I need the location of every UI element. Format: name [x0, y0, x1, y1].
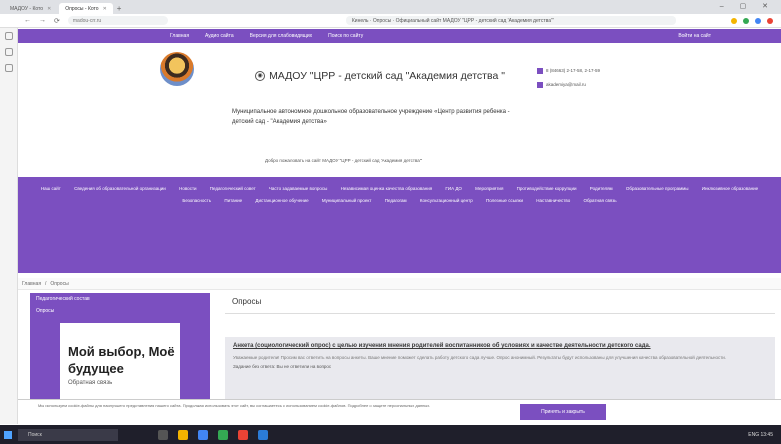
main-menu: Наш сайт Сведения об образовательной орг…	[18, 177, 781, 273]
menu-item[interactable]: Инклюзивное образование	[702, 186, 758, 191]
poll-card: Анкета (социологический опрос) с целью и…	[225, 337, 775, 401]
site-title-text: МАДОУ "ЦРР - детский сад "Академия детст…	[269, 70, 505, 82]
system-tray[interactable]: ENG 13:45	[748, 432, 773, 438]
extensions	[731, 17, 773, 24]
extension-icon[interactable]	[767, 17, 773, 24]
topnav-accessibility[interactable]: Версия для слабовидящих	[250, 33, 313, 39]
tab-label: МАДОУ - Кото	[10, 5, 44, 12]
poll-meta: Задание без ответа: Вы не ответили на во…	[233, 364, 332, 369]
downloads-icon[interactable]	[4, 64, 13, 72]
extension-icon[interactable]	[743, 17, 749, 24]
sidebar-item-polls[interactable]: Опросы	[30, 305, 210, 317]
site-title: ◉ МАДОУ "ЦРР - детский сад "Академия детс…	[230, 70, 530, 83]
topnav-search[interactable]: Поиск по сайту	[328, 33, 363, 39]
explorer-icon[interactable]	[178, 429, 188, 440]
menu-item[interactable]: Часто задаваемые вопросы	[269, 186, 327, 191]
page-title: Опросы	[232, 297, 262, 306]
cookie-text: Мы используем cookie-файлы для наилучшег…	[38, 403, 431, 408]
sidebar-item-staff[interactable]: Педагогический состав	[30, 293, 210, 305]
close-icon[interactable]: ✕	[103, 6, 107, 12]
browser-tabbar: МАДОУ - Кото ✕ Опросы - Кото ✕ + – ▢ ✕	[0, 0, 781, 14]
topnav-home[interactable]: Главная	[170, 33, 189, 39]
os-taskbar: Поиск ENG 13:45	[0, 425, 781, 444]
menu-item[interactable]: Противодействие коррупции	[517, 186, 577, 191]
menu-item[interactable]: Наш сайт	[41, 186, 61, 191]
menu-item[interactable]: Обратная связь	[583, 198, 616, 203]
back-icon[interactable]: ←	[24, 17, 31, 24]
browser-sidebar	[0, 28, 18, 424]
app-icon[interactable]	[238, 429, 248, 440]
cookie-banner: Мы используем cookie-файлы для наилучшег…	[18, 399, 781, 425]
contact-info: 8 (84663) 2-17-58, 2-17-59 akademiya@mai…	[537, 64, 600, 92]
site-subtitle: Добро пожаловать на сайт МАДОУ "ЦРР - де…	[265, 158, 423, 163]
poll-title-link[interactable]: Анкета (социологический опрос) с целью и…	[233, 342, 767, 350]
menu-item[interactable]: Родителям	[590, 186, 613, 191]
phone-icon	[537, 67, 543, 74]
history-icon[interactable]	[4, 48, 13, 56]
menu-item[interactable]: ГИА ДО	[445, 186, 461, 191]
menu-item[interactable]: Сведения об образовательной организации	[74, 186, 166, 191]
cookie-accept-button[interactable]: Принять и закрыть	[520, 404, 606, 420]
menu-item[interactable]: Педагогический совет	[210, 186, 256, 191]
site-description: Муниципальное автономное дошкольное обра…	[232, 109, 510, 125]
sidebar: Педагогический состав Опросы Мой выбор, …	[30, 293, 210, 403]
menu-item[interactable]: Безопасность	[182, 198, 211, 203]
promo-title: Мой выбор, Моё будущее	[68, 344, 175, 376]
taskbar-search[interactable]: Поиск	[18, 428, 118, 441]
windows-start-icon[interactable]	[4, 430, 12, 439]
address-bar: ← → ⟳ madou-crr.ru Кинель · Опросы · Офи…	[0, 14, 781, 28]
site-logo[interactable]	[160, 52, 194, 86]
menu-item[interactable]: Новости	[179, 186, 196, 191]
breadcrumb-separator: /	[45, 280, 47, 287]
browser-icon[interactable]	[198, 429, 208, 440]
topnav-audio[interactable]: Аудио сайта	[205, 33, 234, 39]
menu-item[interactable]: Полезные ссылки	[486, 198, 523, 203]
breadcrumb: Главная / Опросы	[18, 278, 781, 290]
eye-icon[interactable]: ◉	[255, 71, 266, 82]
menu-item[interactable]: Мероприятия	[475, 186, 503, 191]
close-icon[interactable]: ✕	[47, 6, 51, 12]
menu-item[interactable]: Независимая оценка качества образования	[341, 186, 433, 191]
forward-icon[interactable]: →	[39, 17, 46, 24]
browser-tab-active[interactable]: Опросы - Кото ✕	[59, 3, 113, 14]
breadcrumb-home[interactable]: Главная	[22, 281, 41, 287]
promo-banner[interactable]: Мой выбор, Моё будущее Обратная связь	[60, 323, 180, 403]
new-tab-button[interactable]: +	[117, 4, 122, 13]
url-field[interactable]: madou-crr.ru	[67, 16, 168, 25]
extension-icon[interactable]	[755, 17, 761, 24]
tab-label: Опросы - Кото	[65, 5, 99, 12]
extension-icon[interactable]	[731, 17, 737, 24]
divider	[225, 313, 775, 314]
reload-icon[interactable]: ⟳	[54, 17, 60, 25]
menu-item[interactable]: Муниципальный проект	[322, 198, 372, 203]
page-title-bar: Кинель · Опросы · Официальный сайт МАДОУ…	[345, 16, 676, 25]
menu-item[interactable]: Консультационный центр	[420, 198, 473, 203]
mail-icon	[537, 81, 543, 88]
menu-item[interactable]: Педагогам	[385, 198, 407, 203]
window-controls[interactable]: – ▢ ✕	[720, 2, 775, 10]
app-icon[interactable]	[258, 429, 268, 440]
contact-email[interactable]: akademiya@mail.ru	[546, 82, 586, 87]
menu-item[interactable]: Наставничество	[536, 198, 570, 203]
taskview-icon[interactable]	[158, 429, 168, 440]
site-topnav: Главная Аудио сайта Версия для слабовидя…	[18, 29, 781, 43]
poll-description: Уважаемые родители! Просим вас ответить …	[233, 355, 727, 360]
chrome-icon[interactable]	[218, 429, 228, 440]
menu-item[interactable]: Образовательные программы	[626, 186, 689, 191]
breadcrumb-current: Опросы	[50, 280, 69, 287]
promo-subtitle: Обратная связь	[68, 380, 113, 386]
menu-item[interactable]: Питание	[224, 198, 242, 203]
contact-phone[interactable]: 8 (84663) 2-17-58, 2-17-59	[546, 68, 600, 73]
login-link[interactable]: Войти на сайт	[678, 33, 711, 39]
browser-tab[interactable]: МАДОУ - Кото ✕	[4, 3, 57, 14]
bookmarks-icon[interactable]	[4, 32, 13, 40]
menu-item[interactable]: Дистанционное обучение	[255, 198, 308, 203]
